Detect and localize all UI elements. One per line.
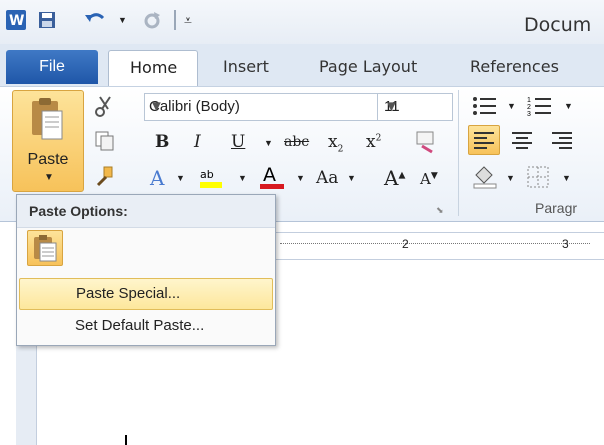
font-color-dropdown-icon[interactable]: ▼ [296, 173, 305, 183]
ruler-mark-3: 3 [562, 237, 569, 251]
change-case-dropdown-icon[interactable]: ▼ [347, 173, 356, 183]
underline-icon[interactable]: U [231, 132, 245, 152]
svg-text:1: 1 [527, 97, 531, 104]
paragraph-group-label: Paragr [535, 200, 578, 216]
clipboard-paste-icon [34, 235, 57, 262]
ruler-mark-2: 2 [402, 237, 409, 251]
copy-icon[interactable] [94, 130, 116, 155]
paste-options-header: Paste Options: [17, 195, 275, 228]
tab-page-layout[interactable]: Page Layout [319, 57, 417, 76]
clear-formatting-icon[interactable] [414, 130, 438, 157]
ruler-ticks [280, 243, 590, 246]
format-painter-icon[interactable] [94, 165, 116, 190]
save-icon[interactable] [38, 10, 56, 30]
numbering-dropdown-icon[interactable]: ▼ [564, 101, 573, 111]
customize-qat-icon[interactable]: ⩡ [184, 10, 192, 30]
superscript-icon[interactable]: x2 [366, 132, 381, 152]
italic-icon[interactable]: I [194, 132, 201, 152]
paste-label: Paste [27, 151, 69, 168]
align-left-button[interactable] [468, 125, 500, 155]
borders-icon[interactable] [527, 166, 549, 191]
undo-icon[interactable] [84, 10, 108, 30]
font-color-icon[interactable]: A [258, 164, 286, 193]
text-cursor [125, 435, 127, 445]
font-dialog-launcher-icon[interactable]: ⬊ [436, 205, 444, 216]
shading-dropdown-icon[interactable]: ▼ [506, 173, 515, 183]
paste-options-menu: Paste Options: Paste Special... Set Defa… [16, 194, 276, 346]
keep-source-formatting-button[interactable] [27, 230, 63, 266]
svg-text:3: 3 [527, 111, 531, 117]
underline-dropdown-icon[interactable]: ▼ [264, 138, 273, 148]
bold-icon[interactable]: B [155, 132, 169, 152]
qat-separator [174, 10, 176, 30]
set-default-paste-label: Set Default Paste... [75, 317, 205, 334]
strikethrough-icon[interactable]: abc [284, 134, 309, 150]
chevron-down-icon: ▼ [384, 98, 399, 115]
tab-references[interactable]: References [470, 57, 559, 76]
tab-home[interactable]: Home [108, 50, 198, 87]
text-effects-dropdown-icon[interactable]: ▼ [176, 173, 185, 183]
bullets-icon[interactable] [472, 95, 498, 120]
paste-special-label: Paste Special... [76, 285, 181, 302]
shrink-font-icon[interactable]: A▼ [420, 170, 438, 188]
font-size-field[interactable]: 11 ▼ [377, 93, 453, 121]
borders-dropdown-icon[interactable]: ▼ [562, 173, 571, 183]
svg-text:ab: ab [200, 168, 214, 181]
chevron-down-icon: ▼ [149, 98, 164, 115]
word-logo-icon[interactable]: W [6, 10, 28, 30]
tab-insert[interactable]: Insert [223, 57, 269, 76]
subscript-icon[interactable]: x2 [328, 132, 343, 154]
tab-home-label: Home [130, 58, 178, 77]
cut-icon[interactable] [94, 95, 116, 120]
text-effects-icon[interactable]: A [150, 166, 164, 190]
group-divider [458, 90, 459, 216]
numbering-icon[interactable]: 123 [527, 95, 553, 120]
grow-font-icon[interactable]: A▲ [384, 166, 405, 190]
bullets-dropdown-icon[interactable]: ▼ [507, 101, 516, 111]
clipboard-paste-icon [32, 98, 63, 140]
change-case-icon[interactable]: Aa [316, 168, 338, 188]
highlight-icon[interactable]: ab [198, 166, 226, 193]
highlight-dropdown-icon[interactable]: ▼ [238, 173, 247, 183]
align-right-icon[interactable] [552, 131, 572, 152]
paste-dropdown-icon[interactable]: ▼ [44, 172, 54, 183]
undo-dropdown-icon[interactable]: ▼ [118, 10, 127, 30]
svg-text:2: 2 [527, 104, 531, 111]
svg-text:A: A [263, 164, 276, 186]
tab-file[interactable]: File [6, 50, 98, 84]
shading-icon[interactable] [472, 165, 498, 192]
align-center-icon[interactable] [512, 131, 532, 152]
font-name-field[interactable]: Calibri (Body) ▼ [144, 93, 378, 121]
tab-file-label: File [39, 58, 65, 75]
paste-options-title: Paste Options: [29, 203, 128, 219]
align-left-icon [474, 132, 494, 149]
paste-special-menu-item[interactable]: Paste Special... [19, 278, 273, 310]
svg-text:W: W [9, 13, 24, 29]
redo-icon[interactable] [142, 10, 162, 30]
set-default-paste-menu-item[interactable]: Set Default Paste... [19, 312, 271, 340]
window-title: Docum [524, 14, 592, 36]
